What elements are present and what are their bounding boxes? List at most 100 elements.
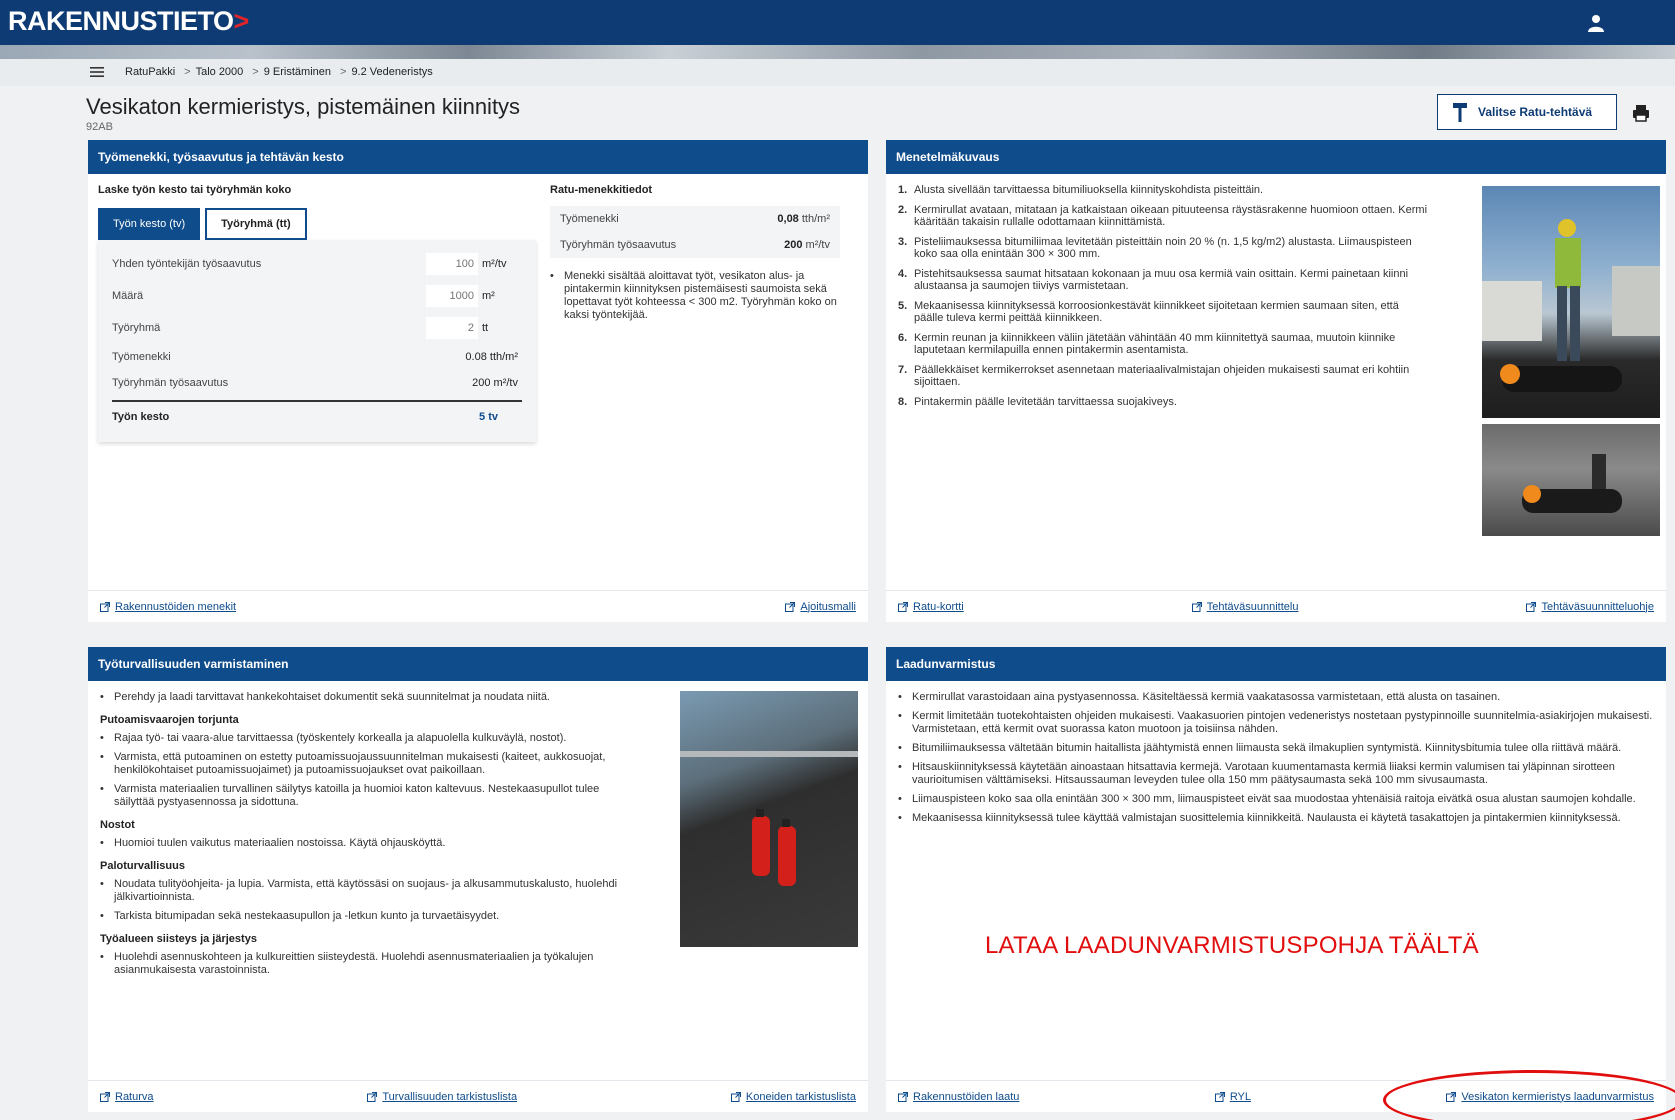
tab-team-size[interactable]: Työryhmä (tt) bbox=[205, 208, 307, 240]
result-row: Työryhmän työsaavutus 200 m²/tv bbox=[112, 377, 518, 389]
external-link-icon bbox=[898, 1091, 908, 1102]
panel-title: Työmenekki, työsaavutus ja tehtävän kest… bbox=[88, 140, 868, 174]
calc-row: Työryhmä tt bbox=[112, 312, 522, 344]
method-step: 7. Päällekkäiset kermikerrokset asennetaa… bbox=[898, 363, 1410, 389]
list-item: • Mekaanisessa kiinnityksessä tulee käytt… bbox=[898, 812, 1621, 824]
link-construction-quality[interactable]: Rakennustöiden laatu bbox=[898, 1091, 1019, 1103]
list-item: • Tarkista bitumipadan sekä nestekaasupul… bbox=[100, 910, 500, 922]
top-bar: RAKENNUSTIETO> bbox=[0, 0, 1675, 45]
panel-links: Ratu-kortti Tehtäväsuunnittelu Tehtäväsu… bbox=[886, 590, 1666, 622]
panel-title: Laadunvarmistus bbox=[886, 647, 1666, 681]
section-heading: Työalueen siisteys ja järjestys bbox=[100, 933, 257, 945]
panel-links: Raturva Turvallisuuden tarkistuslista Ko… bbox=[88, 1080, 868, 1112]
method-step: 5. Mekaanisessa kiinnityksessä korroosion… bbox=[898, 299, 1399, 325]
select-ratu-task-button[interactable]: Valitse Ratu-tehtävä bbox=[1437, 94, 1617, 130]
section-heading: Nostot bbox=[100, 819, 135, 831]
panel-title: Menetelmäkuvaus bbox=[886, 140, 1666, 174]
page-title: Vesikaton kermieristys, pistemäinen kiin… bbox=[86, 94, 521, 119]
list-item: • Varmista, että putoaminen on estetty pu… bbox=[100, 751, 606, 776]
external-link-icon bbox=[785, 601, 796, 612]
external-link-icon bbox=[1446, 1091, 1457, 1102]
list-item: • Huolehdi asennuskohteen ja kulkureittie… bbox=[100, 951, 594, 976]
link-task-planning-guide[interactable]: Tehtäväsuunnitteluohje bbox=[1526, 601, 1654, 613]
method-step: 1. Alusta sivellään tarvittaessa bitumili… bbox=[898, 184, 1264, 196]
breadcrumb-item[interactable]: RatuPakki bbox=[125, 66, 175, 78]
hammer-icon bbox=[1453, 103, 1467, 122]
external-link-icon bbox=[1526, 601, 1537, 612]
link-construction-consumption[interactable]: Rakennustöiden menekit bbox=[100, 601, 236, 613]
list-item: • Hitsauskiinnityksessä käytetään ainoast… bbox=[898, 761, 1615, 786]
brand-logo[interactable]: RAKENNUSTIETO> bbox=[8, 6, 249, 37]
link-machine-checklist[interactable]: Koneiden tarkistuslista bbox=[730, 1091, 856, 1103]
external-link-icon bbox=[100, 1091, 110, 1102]
link-task-planning[interactable]: Tehtäväsuunnittelu bbox=[1191, 601, 1298, 613]
print-icon[interactable] bbox=[1632, 104, 1650, 122]
ratu-row: Työmenekki 0,08 tth/m² bbox=[560, 213, 830, 225]
panel-links: Rakennustöiden laatu RYL Vesikaton kermi… bbox=[886, 1080, 1666, 1112]
list-item: • Noudata tulityöohjeita- ja lupia. Varmi… bbox=[100, 878, 618, 903]
user-icon[interactable] bbox=[1587, 14, 1605, 32]
calculator-title: Laske työn kesto tai työryhmän koko bbox=[98, 184, 292, 196]
safety-list: • Perehdy ja laadi tarvittavat hankekohta… bbox=[100, 691, 620, 983]
list-item: • Varmista materiaalien turvallinen säily… bbox=[100, 783, 600, 808]
method-steps: 1. Alusta sivellään tarvittaessa bitumili… bbox=[898, 184, 1428, 415]
breadcrumb-item[interactable]: 9.2 Vedeneristys bbox=[351, 66, 432, 78]
list-item: • Kermit limitetään tuotekohtaisten ohjei… bbox=[898, 710, 1653, 735]
ratu-table: Työmenekki 0,08 tth/m² Työryhmän työsaav… bbox=[550, 206, 840, 258]
panel-title: Työturvallisuuden varmistaminen bbox=[88, 647, 868, 681]
download-annotation: LATAA LAADUNVARMISTUSPOHJA TÄÄLTÄ bbox=[985, 932, 1479, 959]
link-raturva[interactable]: Raturva bbox=[100, 1091, 154, 1103]
task-code: 92AB bbox=[86, 121, 113, 133]
link-safety-checklist[interactable]: Turvallisuuden tarkistuslista bbox=[367, 1091, 517, 1103]
list-item: • Huomioi tuulen vaikutus materiaalien no… bbox=[100, 837, 446, 849]
result-row: Työmenekki 0.08 tth/m² bbox=[112, 351, 518, 363]
list-item: • Kermirullat varastoidaan aina pystyasen… bbox=[898, 691, 1501, 703]
quantity-input[interactable] bbox=[426, 285, 478, 307]
link-ryl[interactable]: RYL bbox=[1214, 1091, 1251, 1103]
link-quality-assurance-template[interactable]: Vesikaton kermieristys laadunvarmistus bbox=[1446, 1091, 1654, 1103]
breadcrumb-item[interactable]: Talo 2000 bbox=[196, 66, 244, 78]
external-link-icon bbox=[1191, 601, 1202, 612]
method-step: 4. Pistehitsauksessa saumat hitsataan kok… bbox=[898, 267, 1409, 293]
method-step: 3. Pisteliimauksessa bitumiliimaa levitet… bbox=[898, 235, 1412, 261]
list-item: • Bitumiliimauksessa vältetään bitumin ha… bbox=[898, 742, 1622, 754]
quality-list: • Kermirullat varastoidaan aina pystyasen… bbox=[898, 691, 1654, 831]
ratu-note: • Menekki sisältää aloittavat työt, vesik… bbox=[550, 270, 837, 321]
list-item: • Rajaa työ- tai vaara-alue tarvittaessa … bbox=[100, 732, 567, 744]
link-scheduling-model[interactable]: Ajoitusmalli bbox=[785, 601, 856, 613]
method-step: 8. Pintakermin päälle levitetään tarvitta… bbox=[898, 395, 1177, 408]
ratu-title: Ratu-menekkitiedot bbox=[550, 184, 653, 196]
link-ratu-card[interactable]: Ratu-kortti bbox=[898, 601, 964, 613]
hamburger-menu-icon[interactable] bbox=[90, 66, 104, 78]
work-safety-panel: Työturvallisuuden varmistaminen • Perehdy… bbox=[88, 647, 868, 1112]
panel-links: Rakennustöiden menekit Ajoitusmalli bbox=[88, 590, 868, 622]
tab-duration[interactable]: Työn kesto (tv) bbox=[98, 208, 201, 240]
total-duration-row: Työn kesto 5 tv bbox=[112, 400, 522, 432]
calc-row: Yhden työntekijän työsaavutus m²/tv bbox=[112, 248, 522, 280]
membrane-roll-photo bbox=[1482, 424, 1660, 536]
section-heading: Putoamisvaarojen torjunta bbox=[100, 714, 239, 726]
duration-calculator: Laske työn kesto tai työryhmän koko Työn… bbox=[98, 184, 548, 442]
external-link-icon bbox=[730, 1091, 741, 1102]
calculator-tabs: Työn kesto (tv) Työryhmä (tt) bbox=[98, 208, 548, 240]
list-item: • Liimauspisteen koko saa olla enintään 3… bbox=[898, 793, 1636, 805]
breadcrumb-item[interactable]: 9 Eristäminen bbox=[264, 66, 331, 78]
breadcrumb: RatuPakki > Talo 2000 > 9 Eristäminen > … bbox=[125, 66, 433, 78]
quality-assurance-panel: Laadunvarmistus • Kermirullat varastoidaa… bbox=[886, 647, 1666, 1112]
method-step: 2. Kermirullat avataan, mitataan ja katka… bbox=[898, 203, 1428, 229]
list-item: • Perehdy ja laadi tarvittavat hankekohta… bbox=[100, 691, 550, 703]
productivity-input[interactable] bbox=[426, 253, 478, 275]
calculator-form: Yhden työntekijän työsaavutus m²/tv Määr… bbox=[98, 240, 536, 442]
external-link-icon bbox=[1214, 1091, 1225, 1102]
header-photo bbox=[0, 45, 1675, 59]
team-size-input[interactable] bbox=[426, 317, 478, 339]
section-heading: Paloturvallisuus bbox=[100, 860, 185, 872]
external-link-icon bbox=[898, 601, 908, 612]
external-link-icon bbox=[100, 601, 110, 612]
fire-extinguishers-photo bbox=[680, 691, 858, 947]
work-effort-panel: Työmenekki, työsaavutus ja tehtävän kest… bbox=[88, 140, 868, 622]
ratu-row: Työryhmän työsaavutus 200 m²/tv bbox=[560, 239, 830, 251]
roofer-torching-photo bbox=[1482, 186, 1660, 418]
ratu-consumption-data: Ratu-menekkitiedot Työmenekki 0,08 tth/m… bbox=[550, 184, 858, 322]
external-link-icon bbox=[367, 1091, 378, 1102]
